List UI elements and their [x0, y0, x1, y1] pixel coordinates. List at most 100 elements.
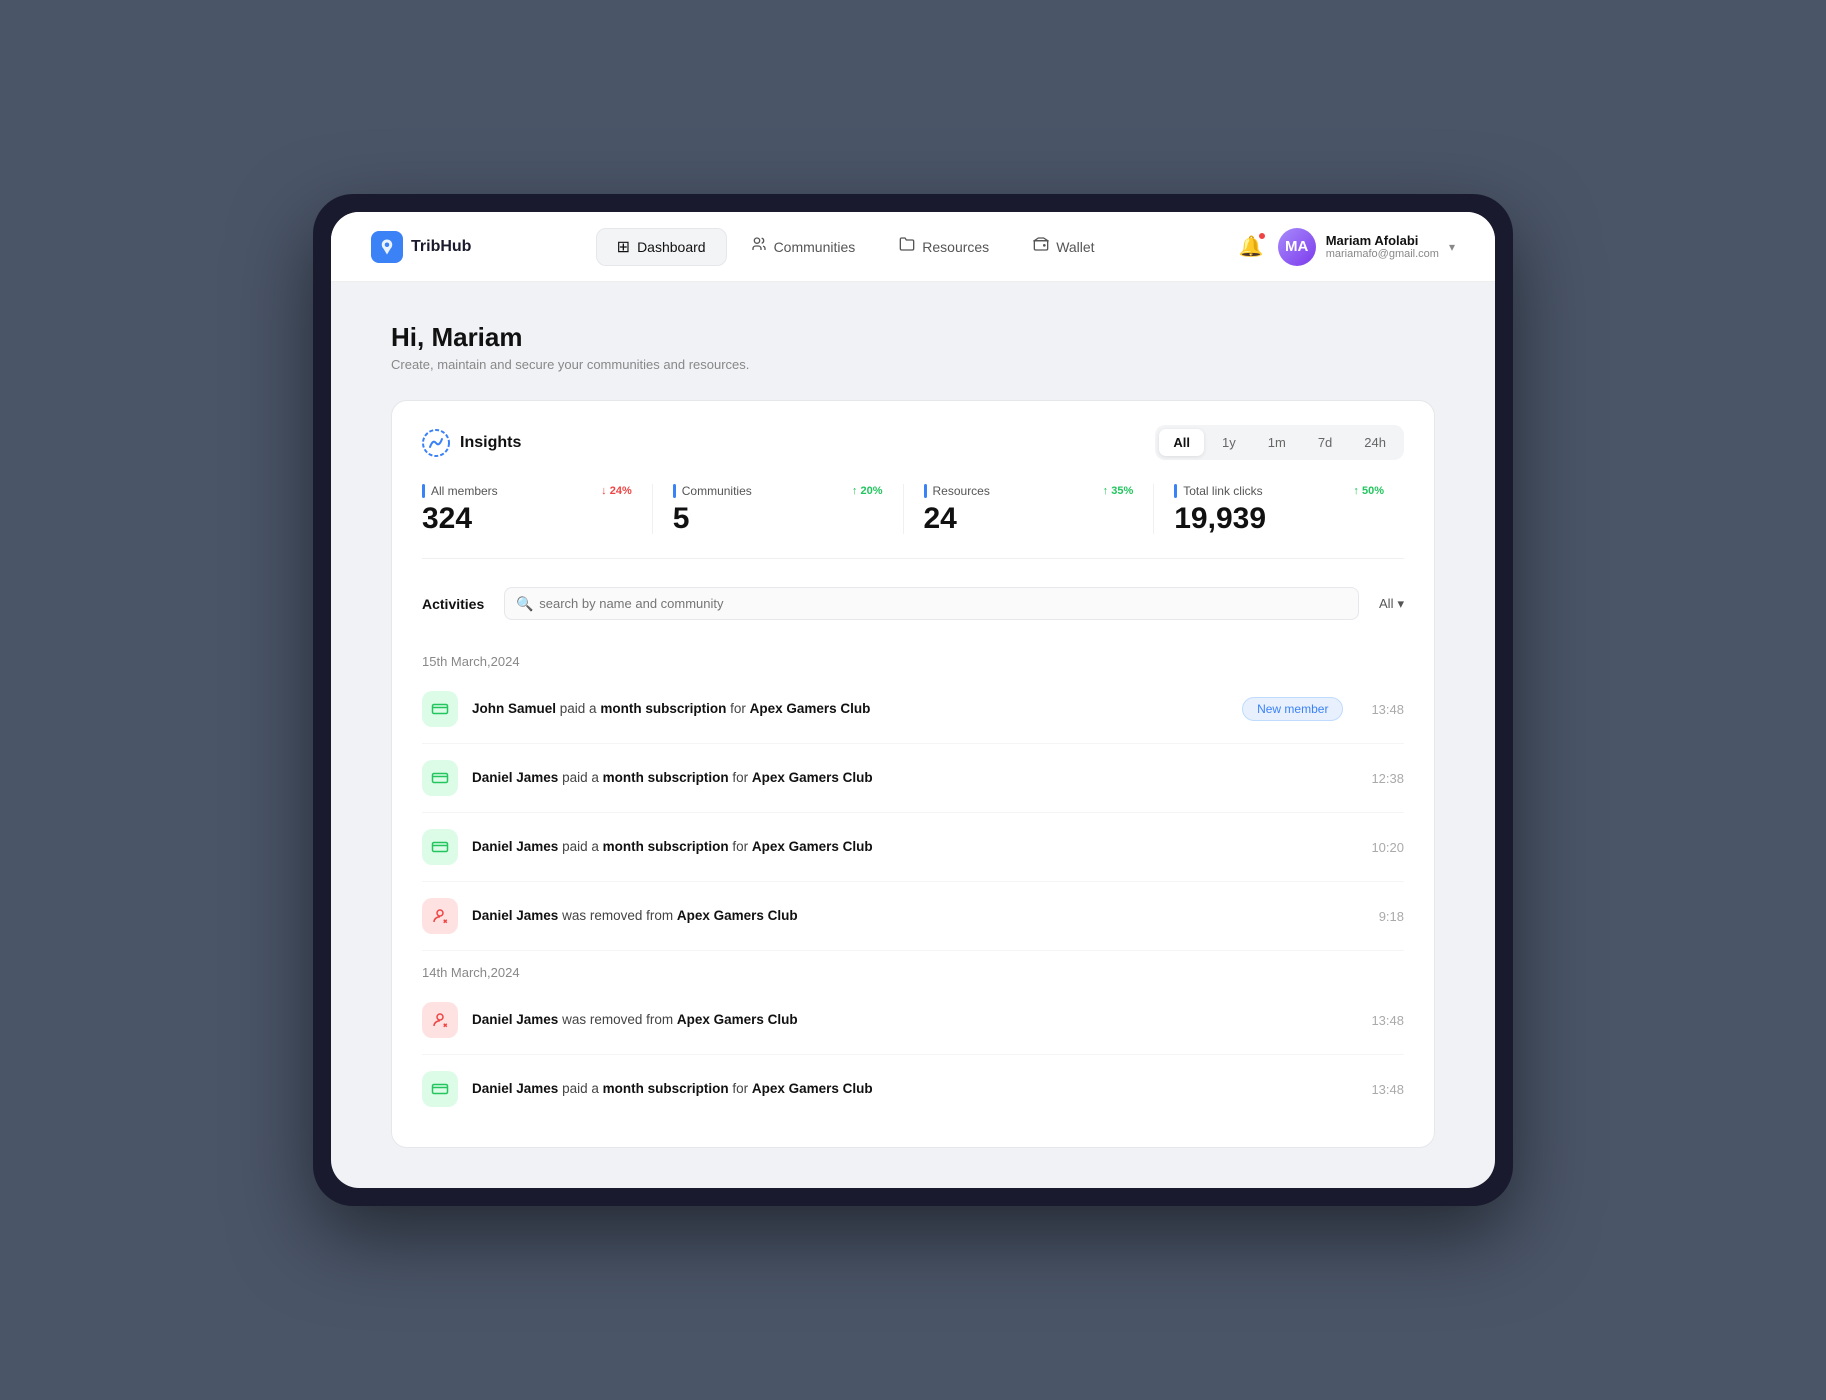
activity-row: Daniel James paid a month subscription f… [422, 744, 1404, 813]
stat-resources: Resources 35% 24 [924, 484, 1155, 534]
logo-icon [371, 231, 403, 263]
activity-time: 13:48 [1371, 1013, 1404, 1028]
stat-bar [1174, 484, 1177, 498]
removal-icon [422, 898, 458, 934]
wallet-icon [1033, 236, 1049, 257]
nav-links: ⊞ Dashboard Communities Resources [596, 228, 1115, 266]
screen: TribHub ⊞ Dashboard Communities [331, 212, 1495, 1188]
activity-time: 10:20 [1371, 840, 1404, 855]
filter-all[interactable]: All [1159, 429, 1204, 456]
stat-link-clicks: Total link clicks 50% 19,939 [1174, 484, 1404, 534]
insights-title: Insights [460, 434, 521, 452]
activity-text: Daniel James paid a month subscription f… [472, 838, 1357, 857]
stat-label-row: All members 24% [422, 484, 632, 498]
stat-label: Resources [933, 484, 990, 498]
filter-24h[interactable]: 24h [1350, 429, 1400, 456]
search-icon: 🔍 [516, 595, 533, 612]
stat-change: 35% [1103, 485, 1134, 497]
chevron-down-icon: ▾ [1449, 240, 1455, 254]
stat-change: 20% [852, 485, 883, 497]
communities-icon [751, 236, 767, 257]
stat-communities: Communities 20% 5 [673, 484, 904, 534]
logo-text: TribHub [411, 238, 471, 256]
filter-1y[interactable]: 1y [1208, 429, 1250, 456]
filter-7d[interactable]: 7d [1304, 429, 1346, 456]
user-area: 🔔 MA Mariam Afolabi mariamafo@gmail.com … [1239, 228, 1455, 266]
page-subtitle: Create, maintain and secure your communi… [391, 357, 1435, 372]
activity-text: Daniel James paid a month subscription f… [472, 769, 1357, 788]
insights-header: Insights All 1y 1m 7d 24h [422, 425, 1404, 460]
search-input[interactable] [504, 587, 1359, 620]
stat-label-row: Resources 35% [924, 484, 1134, 498]
user-info[interactable]: MA Mariam Afolabi mariamafo@gmail.com ▾ [1278, 228, 1455, 266]
user-email: mariamafo@gmail.com [1326, 248, 1439, 260]
stat-label-row: Communities 20% [673, 484, 883, 498]
arrow-up-icon [1103, 485, 1109, 497]
activities-title: Activities [422, 596, 484, 612]
arrow-up-icon [852, 485, 858, 497]
stat-value: 324 [422, 504, 632, 534]
activity-text: Daniel James was removed from Apex Gamer… [472, 1011, 1357, 1030]
notification-dot [1258, 232, 1266, 240]
new-member-badge: New member [1242, 697, 1343, 721]
nav-dashboard[interactable]: ⊞ Dashboard [596, 228, 727, 266]
activity-row: John Samuel paid a month subscription fo… [422, 675, 1404, 744]
user-name: Mariam Afolabi [1326, 233, 1439, 248]
resources-icon [899, 236, 915, 257]
stat-value: 19,939 [1174, 504, 1384, 534]
navbar: TribHub ⊞ Dashboard Communities [331, 212, 1495, 282]
nav-communities[interactable]: Communities [731, 228, 876, 266]
activity-time: 13:48 [1371, 1082, 1404, 1097]
activity-text: Daniel James paid a month subscription f… [472, 1080, 1357, 1099]
payment-icon [422, 1071, 458, 1107]
date-group-2: 14th March,2024 [422, 951, 1404, 986]
filter-dropdown[interactable]: All ▾ [1379, 596, 1404, 612]
activity-row: Daniel James paid a month subscription f… [422, 813, 1404, 882]
insights-icon [422, 429, 450, 457]
filter-1m[interactable]: 1m [1254, 429, 1300, 456]
stat-all-members: All members 24% 324 [422, 484, 653, 534]
activity-text: John Samuel paid a month subscription fo… [472, 700, 1228, 719]
activity-time: 13:48 [1371, 702, 1404, 717]
stat-label: Total link clicks [1183, 484, 1262, 498]
removal-icon [422, 1002, 458, 1038]
stat-change: 50% [1353, 485, 1384, 497]
nav-wallet[interactable]: Wallet [1013, 228, 1114, 266]
nav-resources[interactable]: Resources [879, 228, 1009, 266]
search-wrap: 🔍 [504, 587, 1359, 620]
main-content: Hi, Mariam Create, maintain and secure y… [331, 282, 1495, 1188]
date-group-1: 15th March,2024 [422, 640, 1404, 675]
user-text: Mariam Afolabi mariamafo@gmail.com [1326, 233, 1439, 260]
arrow-down-icon [601, 485, 607, 497]
page-greeting: Hi, Mariam [391, 322, 1435, 353]
device-frame: TribHub ⊞ Dashboard Communities [313, 194, 1513, 1206]
payment-icon [422, 691, 458, 727]
stat-bar [673, 484, 676, 498]
activities-section: Activities 🔍 All ▾ 15th March,2024 [422, 587, 1404, 1123]
stat-label-row: Total link clicks 50% [1174, 484, 1384, 498]
payment-icon [422, 760, 458, 796]
stat-label: Communities [682, 484, 752, 498]
insights-card: Insights All 1y 1m 7d 24h [391, 400, 1435, 1148]
activity-row: Daniel James paid a month subscription f… [422, 1055, 1404, 1123]
stat-value: 24 [924, 504, 1134, 534]
stat-label: All members [431, 484, 498, 498]
activity-text: Daniel James was removed from Apex Gamer… [472, 907, 1365, 926]
insights-title-row: Insights [422, 429, 521, 457]
activity-time: 9:18 [1379, 909, 1404, 924]
avatar: MA [1278, 228, 1316, 266]
activities-header: Activities 🔍 All ▾ [422, 587, 1404, 620]
payment-icon [422, 829, 458, 865]
time-filters: All 1y 1m 7d 24h [1155, 425, 1404, 460]
activity-row: Daniel James was removed from Apex Gamer… [422, 882, 1404, 951]
stat-bar [924, 484, 927, 498]
stat-bar [422, 484, 425, 498]
logo-area: TribHub [371, 231, 471, 263]
activity-row: Daniel James was removed from Apex Gamer… [422, 986, 1404, 1055]
notification-bell[interactable]: 🔔 [1239, 234, 1264, 259]
dashboard-icon: ⊞ [617, 237, 630, 257]
stat-change: 24% [601, 485, 632, 497]
activity-time: 12:38 [1371, 771, 1404, 786]
stats-row: All members 24% 324 Communities [422, 484, 1404, 534]
stat-value: 5 [673, 504, 883, 534]
